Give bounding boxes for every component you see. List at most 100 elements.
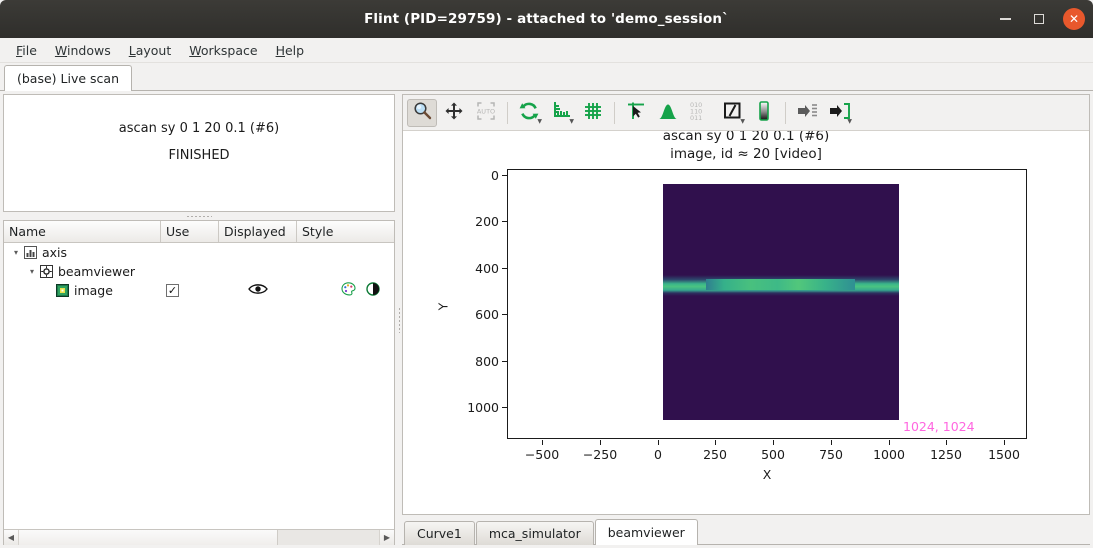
plot-axes[interactable]	[507, 169, 1027, 439]
use-checkbox[interactable]: ✓	[166, 284, 179, 297]
x-axis-label: X	[762, 467, 772, 482]
x-tick-mark	[542, 440, 543, 445]
plot-canvas[interactable]: ascan sy 0 1 20 0.1 (#6) image, id ≈ 20 …	[403, 131, 1089, 514]
y-tick-mark	[502, 268, 507, 269]
svg-text:AUTO: AUTO	[477, 107, 495, 115]
peak-marker-tool[interactable]	[653, 99, 683, 127]
x-tick-mark	[600, 440, 601, 445]
chevron-down-icon[interactable]: ▼	[847, 118, 852, 125]
export-data-tool[interactable]	[792, 99, 822, 127]
chevron-down-icon[interactable]: ▼	[740, 118, 745, 125]
scan-state-text: FINISHED	[168, 148, 230, 163]
tree-node-beamviewer-label: beamviewer	[58, 264, 136, 279]
tab-curve1-label: Curve1	[417, 526, 462, 541]
tree-column-use[interactable]: Use	[161, 221, 219, 242]
window-title: Flint (PID=29759) - attached to 'demo_se…	[364, 11, 729, 27]
scatter-device-icon	[39, 265, 53, 279]
auto-scale-tool[interactable]: AUTO	[471, 99, 501, 127]
tree-cell-style	[297, 262, 394, 281]
chevron-down-icon[interactable]: ▼	[569, 118, 574, 125]
tree-node-image[interactable]: image	[4, 281, 161, 300]
menu-help[interactable]: Help	[267, 41, 314, 60]
plot-toolbar: AUTO ▼ ▼ 010 110 011 ▼ ▼	[403, 95, 1089, 131]
chevron-down-icon[interactable]: ▾	[9, 248, 23, 257]
minimize-button[interactable]	[995, 9, 1015, 29]
axis-ruler-icon	[552, 101, 571, 124]
tree-node-axis-label: axis	[42, 245, 68, 260]
menu-file[interactable]: File	[7, 41, 46, 60]
scroll-left-arrow-icon[interactable]: ◀	[4, 529, 19, 545]
tree-cell-displayed	[219, 281, 297, 300]
menu-workspace[interactable]: Workspace	[180, 41, 266, 60]
y-tick-label: 1000	[467, 400, 499, 415]
y-tick-label: 0	[491, 168, 499, 183]
maximize-button[interactable]	[1029, 9, 1049, 29]
x-tick-mark	[715, 440, 716, 445]
zoom-tool[interactable]	[407, 98, 437, 127]
table-row[interactable]: ▾ axis	[4, 243, 394, 262]
tree-node-image-label: image	[74, 283, 113, 298]
pixel-values-tool[interactable]: 010 110 011	[685, 99, 715, 127]
tree-column-style[interactable]: Style	[297, 221, 394, 242]
x-tick-label: −500	[524, 447, 560, 462]
tree-node-axis[interactable]: ▾ axis	[4, 243, 161, 262]
title-bar: Flint (PID=29759) - attached to 'demo_se…	[0, 0, 1093, 38]
contrast-icon[interactable]	[366, 282, 380, 299]
grid-tool[interactable]	[578, 99, 608, 127]
tree-cell-style	[297, 243, 394, 262]
tree-cell-use	[161, 262, 219, 281]
x-tick-label: 500	[761, 447, 785, 462]
x-tick-label: 0	[654, 447, 662, 462]
tree-cell-use	[161, 243, 219, 262]
splitter-grip-icon	[397, 306, 400, 333]
tree-node-beamviewer[interactable]: ▾ beamviewer	[4, 262, 161, 281]
vertical-splitter[interactable]	[395, 94, 402, 545]
chevron-down-icon[interactable]: ▼	[537, 118, 542, 125]
x-tick-label: 1500	[988, 447, 1020, 462]
crosshair-tool[interactable]	[621, 99, 651, 127]
chevron-down-icon[interactable]: ▾	[25, 267, 39, 276]
send-to-tool[interactable]: ▼	[824, 99, 854, 127]
toolbar-separator	[507, 101, 508, 124]
main-content: ascan sy 0 1 20 0.1 (#6) FINISHED Name U…	[0, 91, 1093, 548]
tab-mca-simulator[interactable]: mca_simulator	[475, 521, 594, 545]
scrollbar-track[interactable]	[19, 529, 379, 545]
menu-windows[interactable]: Windows	[46, 41, 120, 60]
plot-frame: AUTO ▼ ▼ 010 110 011 ▼ ▼ ascan sy 0 1 20…	[402, 94, 1090, 515]
x-tick-mark	[831, 440, 832, 445]
scan-name-text: ascan sy 0 1 20 0.1 (#6)	[118, 121, 280, 136]
colormap-tool[interactable]	[749, 99, 779, 127]
svg-text:011: 011	[690, 114, 702, 121]
eye-icon[interactable]	[248, 283, 268, 298]
refresh-circular-arrows-icon	[519, 101, 539, 125]
horizontal-splitter[interactable]	[3, 212, 395, 220]
right-panel: AUTO ▼ ▼ 010 110 011 ▼ ▼ ascan sy 0 1 20…	[402, 94, 1090, 545]
scrollbar-thumb[interactable]	[19, 529, 279, 545]
tab-curve1[interactable]: Curve1	[404, 521, 475, 545]
tree-column-name[interactable]: Name	[4, 221, 161, 242]
x-tick-mark	[1004, 440, 1005, 445]
tree-horizontal-scrollbar[interactable]: ◀ ▶	[4, 529, 394, 545]
tab-mca-simulator-label: mca_simulator	[488, 526, 581, 541]
left-panel: ascan sy 0 1 20 0.1 (#6) FINISHED Name U…	[3, 94, 395, 545]
y-tick-label: 400	[475, 261, 499, 276]
move-arrows-icon	[445, 102, 463, 124]
y-axis-label: Y	[435, 302, 451, 311]
pan-tool[interactable]	[439, 99, 469, 127]
table-row[interactable]: ▾ beamviewer	[4, 262, 394, 281]
profile-tool[interactable]: ▼	[717, 99, 747, 127]
chart-axis-icon	[23, 246, 37, 260]
reset-zoom-tool[interactable]: ▼	[514, 99, 544, 127]
tab-beamviewer-label: beamviewer	[607, 525, 685, 540]
tab-beamviewer[interactable]: beamviewer	[594, 519, 698, 545]
axis-scale-tool[interactable]: ▼	[546, 99, 576, 127]
table-row[interactable]: image ✓	[4, 281, 394, 300]
tree-column-displayed[interactable]: Displayed	[219, 221, 297, 242]
palette-icon[interactable]	[341, 282, 356, 299]
window-controls: ✕	[995, 0, 1085, 38]
scroll-right-arrow-icon[interactable]: ▶	[379, 529, 394, 545]
tab-live-scan[interactable]: (base) Live scan	[4, 65, 132, 91]
menu-layout[interactable]: Layout	[120, 41, 181, 60]
image-thumbnail-icon	[55, 284, 69, 298]
close-button[interactable]: ✕	[1063, 8, 1085, 30]
